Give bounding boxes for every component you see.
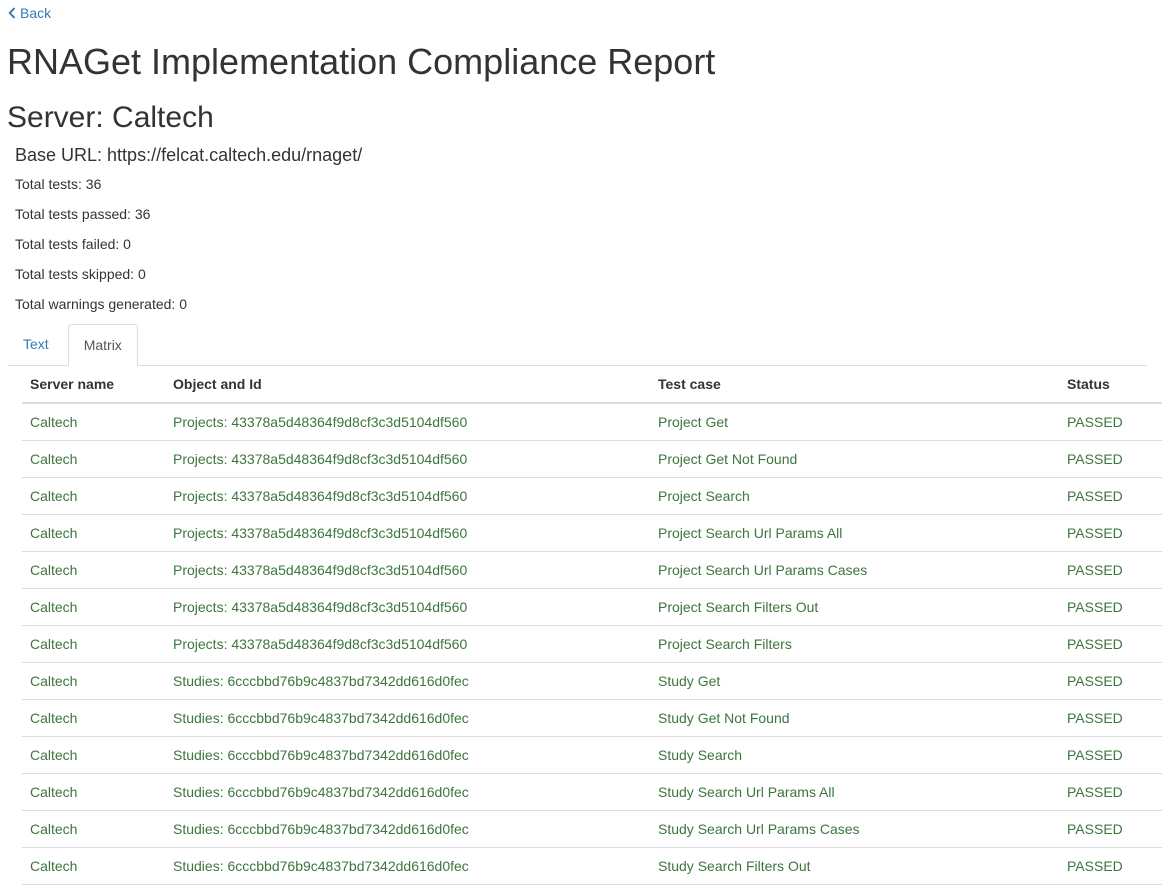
table-row: Caltech Projects: 43378a5d48364f9d8cf3c3d… <box>22 440 1162 478</box>
cell-server-name: Caltech <box>22 662 165 700</box>
table-row: Caltech Projects: 43378a5d48364f9d8cf3c3d… <box>22 588 1162 626</box>
table-row: Caltech Projects: 43378a5d48364f9d8cf3c3d… <box>22 551 1162 589</box>
cell-object-id: Projects: 43378a5d48364f9d8cf3c3d5104df5… <box>165 625 650 663</box>
cell-test-case: Study Search Url Params Cases <box>650 810 1059 848</box>
column-header-status: Status <box>1059 366 1162 404</box>
column-header-test-case: Test case <box>650 366 1059 404</box>
column-header-server-name: Server name <box>22 366 165 404</box>
cell-object-id: Projects: 43378a5d48364f9d8cf3c3d5104df5… <box>165 514 650 552</box>
cell-object-id: Studies: 6cccbbd76b9c4837bd7342dd616d0fe… <box>165 810 650 848</box>
table-header-row: Server name Object and Id Test case Stat… <box>22 366 1162 404</box>
table-row: Caltech Projects: 43378a5d48364f9d8cf3c3d… <box>22 403 1162 441</box>
cell-status: PASSED <box>1059 551 1162 589</box>
cell-status: PASSED <box>1059 699 1162 737</box>
table-row: Caltech Studies: 6cccbbd76b9c4837bd7342dd… <box>22 699 1162 737</box>
cell-object-id: Projects: 43378a5d48364f9d8cf3c3d5104df5… <box>165 588 650 626</box>
table-row: Caltech Studies: 6cccbbd76b9c4837bd7342dd… <box>22 773 1162 811</box>
base-url: Base URL: https://felcat.caltech.edu/rna… <box>15 145 363 165</box>
cell-test-case: Project Search <box>650 477 1059 515</box>
cell-server-name: Caltech <box>22 588 165 626</box>
page-title: RNAGet Implementation Compliance Report <box>7 41 716 82</box>
cell-object-id: Studies: 6cccbbd76b9c4837bd7342dd616d0fe… <box>165 773 650 811</box>
cell-server-name: Caltech <box>22 440 165 478</box>
cell-server-name: Caltech <box>22 625 165 663</box>
tab-text[interactable]: Text <box>8 324 64 365</box>
column-header-object-id: Object and Id <box>165 366 650 404</box>
cell-object-id: Studies: 6cccbbd76b9c4837bd7342dd616d0fe… <box>165 736 650 774</box>
cell-object-id: Projects: 43378a5d48364f9d8cf3c3d5104df5… <box>165 403 650 441</box>
cell-test-case: Study Search <box>650 736 1059 774</box>
cell-server-name: Caltech <box>22 736 165 774</box>
cell-test-case: Study Search Url Params All <box>650 773 1059 811</box>
cell-status: PASSED <box>1059 736 1162 774</box>
cell-status: PASSED <box>1059 773 1162 811</box>
view-tabs: Text Matrix <box>8 324 1147 366</box>
cell-server-name: Caltech <box>22 773 165 811</box>
cell-test-case: Project Search Url Params All <box>650 514 1059 552</box>
cell-status: PASSED <box>1059 440 1162 478</box>
cell-server-name: Caltech <box>22 847 165 885</box>
table-body: Caltech Projects: 43378a5d48364f9d8cf3c3d… <box>22 403 1162 885</box>
cell-test-case: Project Search Url Params Cases <box>650 551 1059 589</box>
cell-object-id: Projects: 43378a5d48364f9d8cf3c3d5104df5… <box>165 551 650 589</box>
cell-server-name: Caltech <box>22 699 165 737</box>
report-page: Back RNAGet Implementation Compliance Re… <box>0 0 1175 889</box>
cell-object-id: Studies: 6cccbbd76b9c4837bd7342dd616d0fe… <box>165 699 650 737</box>
back-link[interactable]: Back <box>8 4 51 22</box>
cell-server-name: Caltech <box>22 810 165 848</box>
cell-status: PASSED <box>1059 810 1162 848</box>
cell-status: PASSED <box>1059 477 1162 515</box>
cell-object-id: Projects: 43378a5d48364f9d8cf3c3d5104df5… <box>165 477 650 515</box>
stat-tests-failed: Total tests failed: 0 <box>15 236 131 252</box>
stats-list: Total tests: 36 Total tests passed: 36 T… <box>15 174 187 324</box>
cell-test-case: Study Search Filters Out <box>650 847 1059 885</box>
cell-object-id: Studies: 6cccbbd76b9c4837bd7342dd616d0fe… <box>165 662 650 700</box>
table-row: Caltech Projects: 43378a5d48364f9d8cf3c3d… <box>22 514 1162 552</box>
cell-object-id: Projects: 43378a5d48364f9d8cf3c3d5104df5… <box>165 440 650 478</box>
stat-warnings: Total warnings generated: 0 <box>15 296 187 312</box>
cell-status: PASSED <box>1059 847 1162 885</box>
table-row: Caltech Studies: 6cccbbd76b9c4837bd7342dd… <box>22 662 1162 700</box>
cell-status: PASSED <box>1059 588 1162 626</box>
cell-test-case: Study Get Not Found <box>650 699 1059 737</box>
stat-tests-passed: Total tests passed: 36 <box>15 206 151 222</box>
table-row: Caltech Projects: 43378a5d48364f9d8cf3c3d… <box>22 477 1162 515</box>
stat-total-tests: Total tests: 36 <box>15 176 102 192</box>
cell-status: PASSED <box>1059 662 1162 700</box>
cell-test-case: Project Search Filters <box>650 625 1059 663</box>
cell-test-case: Project Search Filters Out <box>650 588 1059 626</box>
stat-tests-skipped: Total tests skipped: 0 <box>15 266 146 282</box>
back-label: Back <box>20 5 52 21</box>
cell-server-name: Caltech <box>22 551 165 589</box>
chevron-left-icon <box>8 7 16 19</box>
cell-status: PASSED <box>1059 514 1162 552</box>
cell-server-name: Caltech <box>22 477 165 515</box>
cell-server-name: Caltech <box>22 514 165 552</box>
table-row: Caltech Studies: 6cccbbd76b9c4837bd7342dd… <box>22 736 1162 774</box>
cell-status: PASSED <box>1059 625 1162 663</box>
table-row: Caltech Projects: 43378a5d48364f9d8cf3c3d… <box>22 625 1162 663</box>
cell-server-name: Caltech <box>22 403 165 441</box>
cell-object-id: Studies: 6cccbbd76b9c4837bd7342dd616d0fe… <box>165 847 650 885</box>
cell-test-case: Study Get <box>650 662 1059 700</box>
cell-status: PASSED <box>1059 403 1162 441</box>
server-title: Server: Caltech <box>7 101 214 134</box>
table-row: Caltech Studies: 6cccbbd76b9c4837bd7342dd… <box>22 810 1162 848</box>
tab-matrix[interactable]: Matrix <box>67 324 138 366</box>
results-table: Server name Object and Id Test case Stat… <box>22 366 1162 885</box>
table-row: Caltech Studies: 6cccbbd76b9c4837bd7342dd… <box>22 847 1162 885</box>
cell-test-case: Project Get Not Found <box>650 440 1059 478</box>
cell-test-case: Project Get <box>650 403 1059 441</box>
